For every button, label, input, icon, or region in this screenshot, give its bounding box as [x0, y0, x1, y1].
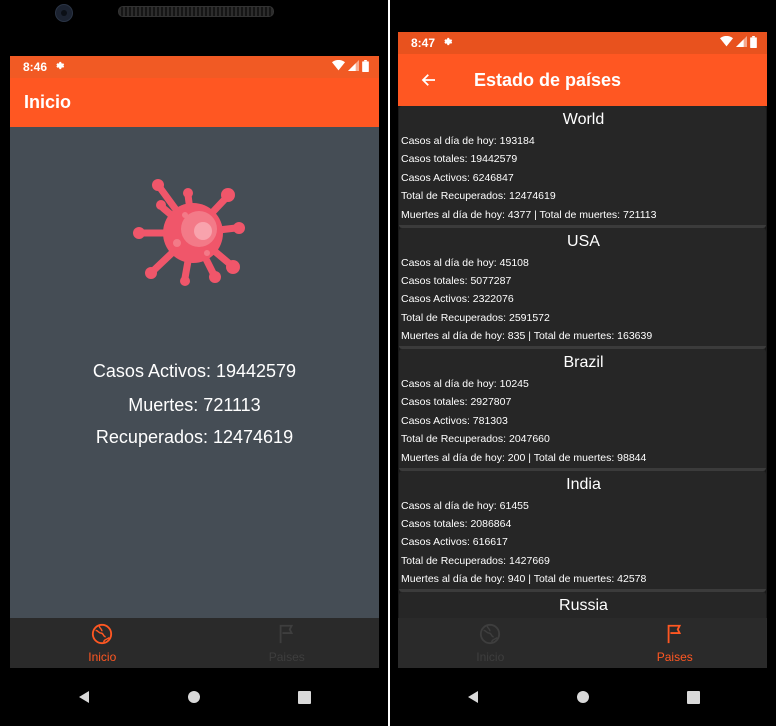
- bottom-navigation: Inicio Paises: [10, 618, 379, 668]
- signal-icon: [736, 36, 747, 50]
- nav-home-icon[interactable]: [184, 687, 204, 707]
- today-cases: Casos al día de hoy: 61455: [401, 499, 529, 512]
- active-cases: Casos Activos: 6246847: [401, 171, 514, 184]
- nav-recents-icon[interactable]: [683, 687, 703, 707]
- country-card-usa[interactable]: USA Casos al día de hoy: 45108 Casos tot…: [399, 227, 766, 349]
- globe-icon: [479, 623, 501, 648]
- today-cases: Casos al día de hoy: 193184: [401, 135, 535, 147]
- today-cases: Casos al día de hoy: 45108: [401, 256, 529, 269]
- country-card-india[interactable]: India Casos al día de hoy: 61455 Casos t…: [399, 470, 766, 592]
- status-bar: 8:47: [398, 32, 767, 54]
- nav-label-inicio: Inicio: [88, 649, 117, 664]
- page-title: Inicio: [24, 92, 72, 112]
- country-name: Russia: [559, 597, 608, 614]
- countries-screen: 8:47 Estado de países World Casos al día…: [398, 32, 767, 668]
- active-cases: Casos Activos: 781303: [401, 414, 508, 427]
- battery-icon: [362, 59, 369, 75]
- deaths-line: Muertes al día de hoy: 4377 | Total de m…: [401, 208, 657, 221]
- countries-list[interactable]: World Casos al día de hoy: 193184 Casos …: [398, 106, 767, 618]
- signal-icon: [348, 60, 359, 74]
- battery-icon: [750, 35, 757, 51]
- nav-tab-paises[interactable]: Paises: [195, 618, 380, 668]
- earpiece-speaker: [118, 6, 274, 17]
- deaths-line: Muertes al día de hoy: 940 | Total de mu…: [401, 573, 647, 586]
- status-bar: 8:46: [10, 56, 379, 78]
- bottom-navigation: Inicio Paises: [398, 618, 767, 668]
- back-arrow-icon[interactable]: [416, 67, 442, 93]
- nav-back-icon[interactable]: [74, 687, 94, 707]
- country-name: USA: [567, 232, 600, 250]
- flag-icon: [664, 623, 686, 648]
- active-cases: Casos Activos: 2322076: [401, 293, 514, 306]
- phone-countries: 8:47 Estado de países World Casos al día…: [390, 0, 776, 726]
- status-time: 8:47: [411, 36, 436, 50]
- system-navigation-bar: [0, 668, 388, 726]
- page-title: Estado de países: [474, 69, 622, 90]
- flag-icon: [276, 623, 298, 648]
- deaths-line: Muertes al día de hoy: 200 | Total de mu…: [401, 451, 647, 464]
- app-bar: Estado de países: [398, 54, 767, 106]
- nav-back-icon[interactable]: [463, 687, 483, 707]
- total-cases: Casos totales: 2927807: [401, 396, 512, 409]
- front-camera: [55, 4, 73, 22]
- deaths-line: Muertes al día de hoy: 835 | Total de mu…: [401, 330, 653, 343]
- globe-icon: [91, 623, 113, 648]
- active-cases: Casos Activos: 616617: [401, 536, 508, 549]
- total-recovered: Total de Recuperados: 2591572: [401, 311, 550, 324]
- nav-tab-inicio[interactable]: Inicio: [398, 618, 583, 668]
- total-recovered: Total de Recuperados: 2047660: [401, 433, 550, 446]
- wifi-icon: [332, 59, 345, 74]
- virus-icon: [133, 173, 253, 298]
- total-cases: Casos totales: 2086864: [401, 517, 512, 530]
- country-card-russia[interactable]: Russia: [399, 592, 766, 618]
- total-cases: Casos totales: 5077287: [401, 274, 512, 287]
- nav-tab-paises[interactable]: Paises: [583, 618, 768, 668]
- total-recovered: Total de Recuperados: 12474619: [401, 190, 556, 203]
- nav-tab-inicio[interactable]: Inicio: [10, 618, 195, 668]
- nav-label-paises: Paises: [656, 649, 693, 664]
- nav-label-paises: Paises: [268, 649, 305, 664]
- active-cases-text: Casos Activos: 19442579: [92, 361, 297, 381]
- recovered-text: Recuperados: 12474619: [95, 427, 294, 447]
- wifi-icon: [720, 35, 733, 50]
- nav-recents-icon[interactable]: [294, 687, 314, 707]
- total-recovered: Total de Recuperados: 1427669: [401, 554, 550, 567]
- deaths-text: Muertes: 721113: [128, 395, 261, 415]
- settings-icon: [443, 36, 454, 50]
- app-bar: Inicio: [10, 78, 379, 127]
- settings-icon: [55, 60, 66, 74]
- country-name: India: [566, 475, 601, 493]
- country-card-brazil[interactable]: Brazil Casos al día de hoy: 10245 Casos …: [399, 349, 766, 471]
- home-screen: 8:46 Inicio Casos Activos: 19442579 Muer…: [10, 56, 379, 668]
- home-content: Casos Activos: 19442579 Muertes: 721113 …: [10, 127, 379, 618]
- country-card-world[interactable]: World Casos al día de hoy: 193184 Casos …: [399, 106, 766, 228]
- nav-home-icon[interactable]: [573, 687, 593, 707]
- today-cases: Casos al día de hoy: 10245: [401, 378, 529, 390]
- country-name: Brazil: [563, 354, 604, 371]
- system-navigation-bar: [390, 668, 776, 726]
- total-cases: Casos totales: 19442579: [401, 153, 518, 166]
- phone-home: 8:46 Inicio Casos Activos: 19442579 Muer…: [0, 0, 388, 726]
- nav-label-inicio: Inicio: [476, 649, 505, 664]
- status-time: 8:46: [23, 60, 48, 74]
- country-name: World: [562, 111, 605, 128]
